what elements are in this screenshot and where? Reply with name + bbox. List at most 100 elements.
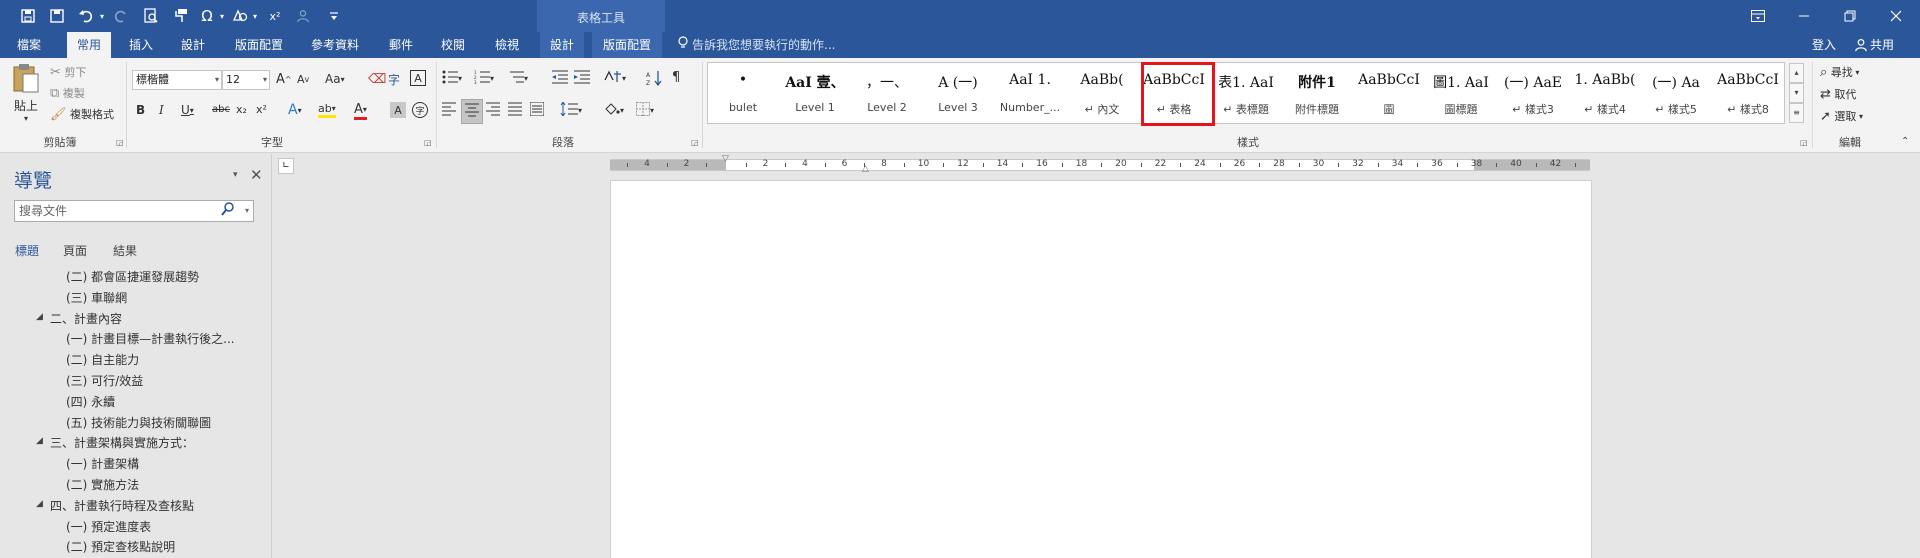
- nav-heading-item[interactable]: (五) 技術能力與技術關聯圖: [66, 414, 211, 431]
- character-shading-button[interactable]: A: [390, 102, 406, 118]
- replace-button[interactable]: ⇄ 取代: [1820, 86, 1856, 102]
- cut-button[interactable]: ✂ 剪下: [50, 64, 86, 80]
- omega-dropdown-icon[interactable]: ▾: [217, 4, 227, 28]
- highlight-button[interactable]: ab ▾: [318, 102, 336, 118]
- multilevel-list-button[interactable]: ▾: [508, 70, 528, 87]
- style-item[interactable]: AaBbCcI ↵ 樣式8: [1713, 63, 1783, 121]
- sort-button[interactable]: AZ: [646, 70, 662, 89]
- format-painter-icon[interactable]: [170, 4, 192, 28]
- asian-layout-button[interactable]: ▾: [604, 70, 626, 87]
- tab-insert[interactable]: 插入: [118, 32, 164, 58]
- copy-button[interactable]: ⧉ 複製: [50, 85, 85, 101]
- redo-icon[interactable]: [110, 4, 132, 28]
- tell-me-box[interactable]: 告訴我您想要執行的動作...: [678, 32, 835, 58]
- font-size-combo[interactable]: 12 ▾: [222, 70, 270, 90]
- enclose-characters-button[interactable]: 字: [412, 102, 428, 118]
- gallery-more-icon[interactable]: ≡: [1789, 103, 1804, 123]
- nav-heading-item[interactable]: (四) 永續: [66, 393, 115, 410]
- nav-tab-pages[interactable]: 頁面: [63, 242, 87, 259]
- strikethrough-button[interactable]: abc: [212, 104, 230, 115]
- collapse-ribbon-icon[interactable]: ⌃: [1901, 136, 1909, 147]
- tab-file[interactable]: 檔案: [8, 32, 50, 58]
- increase-indent-button[interactable]: [574, 70, 590, 87]
- style-item[interactable]: 附件1 附件標題: [1282, 63, 1352, 121]
- style-item[interactable]: 1. AaBb(↵ 樣式4: [1570, 63, 1640, 121]
- style-item[interactable]: (一) AaE ↵ 樣式3: [1498, 63, 1568, 121]
- tab-table-layout[interactable]: 版面配置: [592, 32, 662, 58]
- change-case-button[interactable]: Aa ▾: [325, 72, 345, 86]
- nav-heading-item[interactable]: (二) 自主能力: [66, 351, 139, 368]
- nav-heading-item[interactable]: (一) 預定進度表: [66, 518, 151, 535]
- style-item[interactable]: AaI 壹、 Level 1: [780, 63, 850, 121]
- distributed-button[interactable]: [529, 101, 545, 119]
- clipboard-launcher-icon[interactable]: ◲: [116, 138, 124, 147]
- nav-heading-item[interactable]: (二) 實施方法: [66, 476, 139, 493]
- share-button[interactable]: 共用: [1852, 36, 1912, 56]
- horizontal-ruler[interactable]: 4 2 2 4 6 8 10 12 14 16 18 20 22 24 26 28 30 32 34 36 38 40 42…: [610, 154, 1590, 174]
- bullets-button[interactable]: ▾: [442, 70, 462, 87]
- shrink-font-button[interactable]: Av: [297, 73, 309, 86]
- subscript-button[interactable]: x₂: [236, 103, 247, 116]
- user-icon[interactable]: [292, 4, 314, 28]
- gallery-scroll-down-icon[interactable]: ▾: [1789, 83, 1804, 103]
- style-item[interactable]: AaBbCcI 圖: [1354, 63, 1424, 121]
- line-spacing-button[interactable]: ▾: [560, 101, 582, 119]
- tab-layout[interactable]: 版面配置: [228, 32, 290, 58]
- show-marks-button[interactable]: ¶: [672, 70, 680, 85]
- align-right-button[interactable]: [486, 102, 500, 119]
- character-border-button[interactable]: A: [410, 70, 426, 86]
- shapes-icon[interactable]: [229, 4, 251, 28]
- expand-triangle-icon[interactable]: ◢: [36, 436, 43, 446]
- tab-view[interactable]: 檢視: [482, 32, 532, 58]
- style-item[interactable]: ，一、 Level 2: [852, 63, 922, 121]
- italic-button[interactable]: I: [159, 103, 164, 117]
- tab-references[interactable]: 參考資料: [303, 32, 367, 58]
- paste-dropdown-icon[interactable]: ▾: [24, 114, 28, 123]
- tab-mailings[interactable]: 郵件: [378, 32, 424, 58]
- superscript-icon[interactable]: x²: [264, 4, 286, 28]
- close-icon[interactable]: [1873, 0, 1919, 32]
- nav-heading-item[interactable]: 三、計畫架構與實施方式：: [50, 434, 194, 451]
- underline-button[interactable]: U ▾: [181, 103, 194, 117]
- nav-heading-item[interactable]: (一) 計畫架構: [66, 455, 139, 472]
- nav-heading-item[interactable]: (二) 都會區捷運發展趨勢: [66, 268, 199, 285]
- nav-heading-item[interactable]: (一) 計畫目標—計畫執行後之...: [66, 330, 235, 347]
- clear-formatting-button[interactable]: ⌫: [368, 72, 386, 87]
- style-item[interactable]: A (一) Level 3: [923, 63, 993, 121]
- align-center-button[interactable]: [461, 99, 483, 124]
- style-item[interactable]: 表1. AaI ↵ 表標題: [1211, 63, 1281, 121]
- nav-heading-item[interactable]: 四、計畫執行時程及查核點: [50, 497, 194, 514]
- select-button[interactable]: ➚ 選取 ▾: [1820, 108, 1863, 124]
- save-icon[interactable]: [17, 4, 39, 28]
- paragraph-launcher-icon[interactable]: ◲: [691, 138, 699, 147]
- undo-dropdown-icon[interactable]: ▾: [97, 4, 107, 28]
- sign-in-link[interactable]: 登入: [1812, 32, 1836, 58]
- print-preview-icon[interactable]: [140, 4, 162, 28]
- first-line-indent-icon[interactable]: ▽: [722, 154, 729, 164]
- nav-search-input[interactable]: 搜尋文件 ▾: [14, 200, 254, 222]
- nav-heading-item[interactable]: (三) 車聯網: [66, 289, 127, 306]
- style-item[interactable]: AaBb( ↵ 內文: [1067, 63, 1137, 121]
- tab-home[interactable]: 常用: [67, 32, 111, 58]
- nav-heading-item[interactable]: (二) 預定查核點說明: [66, 538, 175, 555]
- align-left-button[interactable]: [442, 102, 456, 119]
- minimize-icon[interactable]: [1781, 0, 1827, 32]
- tab-table-design[interactable]: 設計: [540, 32, 584, 58]
- expand-triangle-icon[interactable]: ◢: [36, 312, 43, 322]
- shading-button[interactable]: ▾: [604, 102, 624, 119]
- bold-button[interactable]: B: [136, 103, 145, 117]
- style-item[interactable]: (一) Aa ↵ 樣式5: [1641, 63, 1711, 121]
- undo-icon[interactable]: [75, 4, 97, 28]
- nav-tab-headings[interactable]: 標題: [15, 242, 39, 259]
- find-button[interactable]: ⌕ 尋找 ▾: [1820, 64, 1859, 80]
- borders-button[interactable]: ▾: [636, 102, 654, 119]
- styles-launcher-icon[interactable]: ◲: [1800, 138, 1808, 147]
- font-color-button[interactable]: A ▾: [354, 102, 367, 120]
- font-name-combo[interactable]: 標楷體 ▾: [132, 70, 222, 90]
- omega-icon[interactable]: Ω: [196, 4, 218, 28]
- chevron-down-icon[interactable]: ▾: [245, 201, 249, 221]
- nav-options-icon[interactable]: ▾: [233, 170, 238, 180]
- style-item[interactable]: AaI 1. Number_...: [995, 63, 1065, 121]
- paste-button[interactable]: 貼上 ▾: [6, 62, 46, 128]
- ribbon-display-options-icon[interactable]: [1735, 0, 1781, 32]
